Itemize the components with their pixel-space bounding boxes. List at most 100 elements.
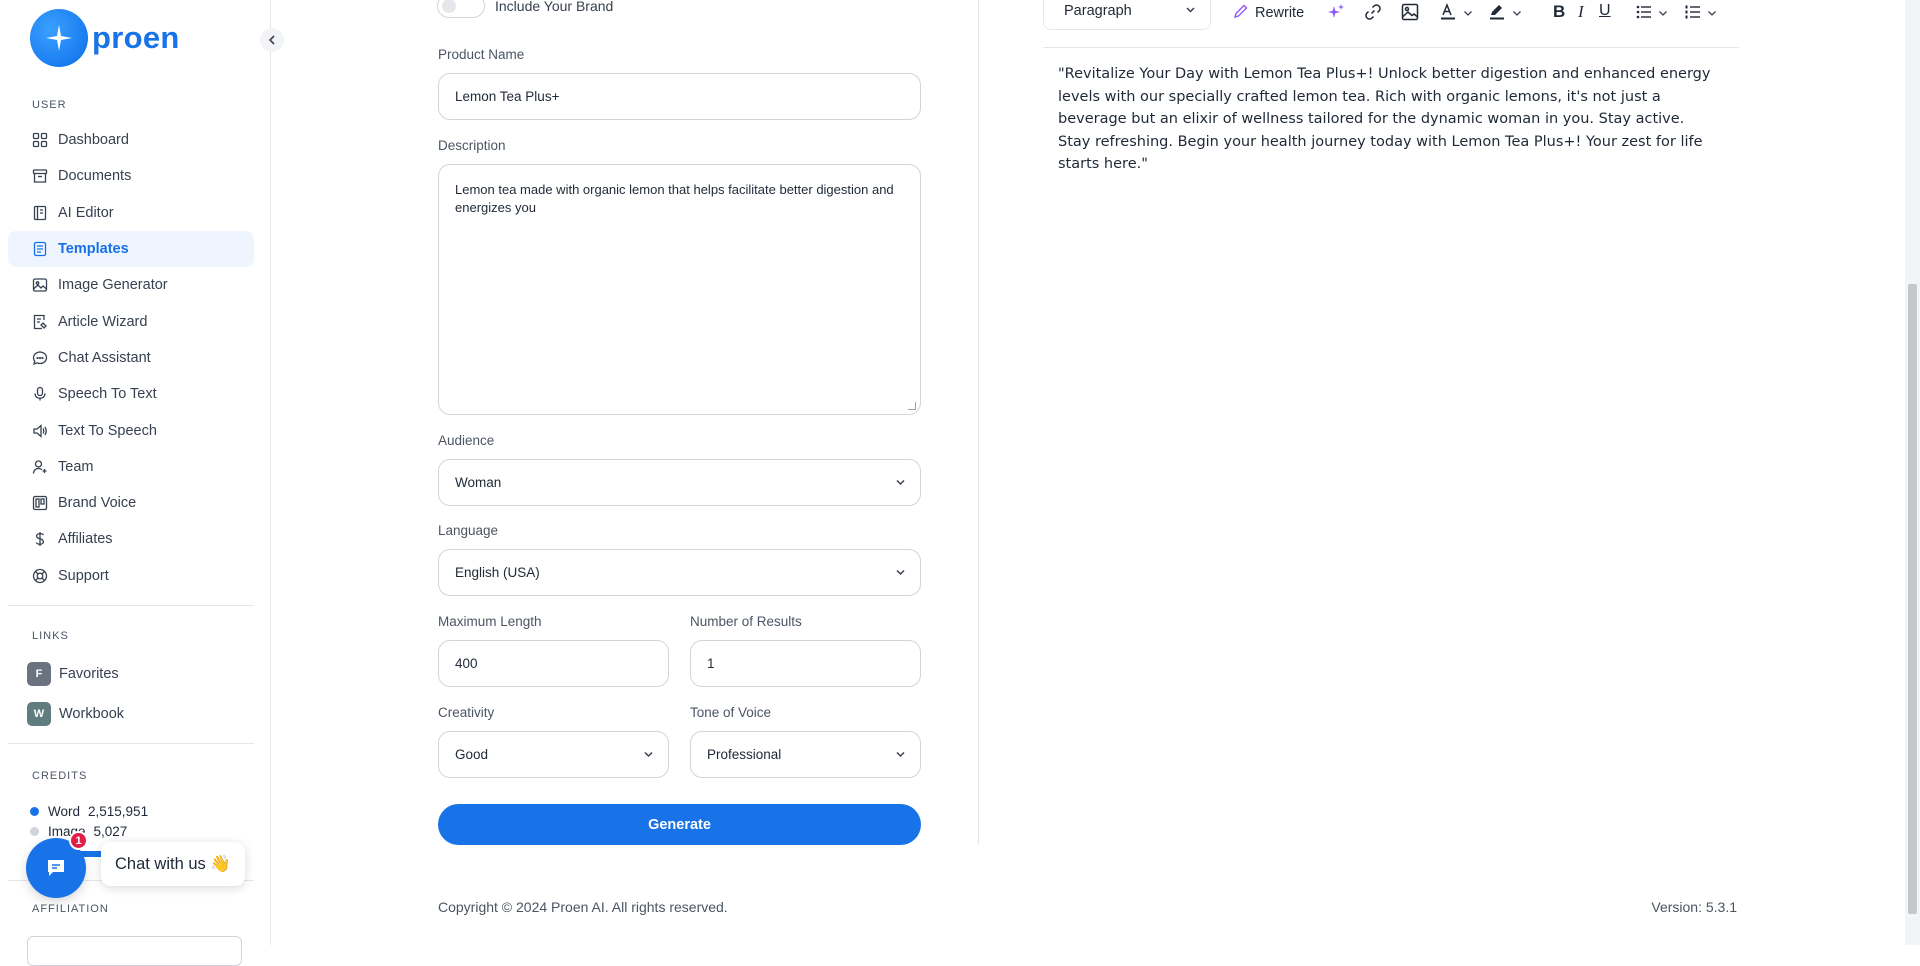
sidebar-item-label: Dashboard [58, 132, 129, 149]
sidebar-item-label: Text To Speech [58, 422, 157, 439]
bullet-list-icon [1635, 3, 1653, 25]
language-select[interactable]: English (USA) [438, 549, 921, 596]
sidebar-item-documents[interactable]: Documents [8, 158, 254, 194]
lifebuoy-icon [31, 567, 49, 585]
microphone-icon [31, 385, 49, 403]
collapse-sidebar-chevron-left-icon[interactable] [260, 28, 284, 52]
paragraph-style-select[interactable]: Paragraph [1043, 0, 1211, 30]
audience-label: Audience [438, 433, 495, 448]
sidebar: proen USER Dashboard Documents AI Editor… [0, 0, 284, 966]
paragraph-style-value: Paragraph [1064, 3, 1132, 19]
sidebar-item-article-wizard[interactable]: Article Wizard [8, 303, 254, 339]
include-brand-row: Include Your Brand [437, 0, 613, 18]
logo[interactable]: proen [30, 9, 180, 67]
chevron-down-icon [895, 747, 906, 762]
numbered-list-button[interactable] [1684, 3, 1717, 25]
chat-with-us-bubble[interactable]: Chat with us 👋 [101, 842, 245, 886]
link-workbook[interactable]: W Workbook [27, 702, 124, 726]
credit-label: Word [48, 804, 81, 819]
description-label: Description [438, 138, 506, 153]
sidebar-item-affiliates[interactable]: Affiliates [8, 521, 254, 557]
include-brand-label: Include Your Brand [495, 0, 614, 14]
rewrite-label: Rewrite [1255, 5, 1305, 21]
chevron-down-icon [1707, 6, 1717, 22]
max-length-label: Maximum Length [438, 614, 542, 629]
copyright-text: Copyright © 2024 Proen AI. All rights re… [438, 899, 728, 915]
page-scrollbar[interactable] [1905, 0, 1920, 945]
sidebar-item-templates[interactable]: Templates [8, 230, 254, 268]
sidebar-item-label: Article Wizard [58, 313, 148, 330]
insert-image-icon[interactable] [1401, 3, 1419, 21]
italic-icon[interactable]: I [1578, 2, 1584, 22]
tone-value: Professional [707, 747, 782, 762]
link-label: Favorites [59, 666, 119, 682]
text-color-icon [1439, 2, 1457, 25]
sidebar-item-brand-voice[interactable]: Brand Voice [8, 485, 254, 521]
language-value: English (USA) [455, 565, 540, 580]
underline-icon[interactable]: U [1599, 2, 1611, 20]
resize-handle-icon[interactable] [908, 402, 916, 410]
creativity-value: Good [455, 747, 489, 762]
sidebar-item-support[interactable]: Support [8, 558, 254, 594]
ai-sparkles-icon[interactable] [1327, 3, 1345, 21]
editor-toolbar: Paragraph Rewrite B I U [1043, 0, 1739, 48]
links-section-label: LINKS [32, 630, 69, 642]
num-results-input[interactable]: 1 [690, 640, 921, 687]
sidebar-item-team[interactable]: Team [8, 449, 254, 485]
link-label: Workbook [59, 706, 125, 722]
max-length-input[interactable]: 400 [438, 640, 669, 687]
sidebar-item-speech-to-text[interactable]: Speech To Text [8, 376, 254, 412]
pencil-icon [1233, 3, 1249, 23]
sidebar-item-chat-assistant[interactable]: Chat Assistant [8, 340, 254, 376]
text-color-button[interactable] [1439, 2, 1473, 25]
sidebar-item-label: Documents [58, 168, 132, 185]
user-section-label: USER [32, 99, 67, 111]
chat-notification-badge: 1 [69, 831, 88, 850]
sidebar-divider [8, 605, 254, 606]
sidebar-item-ai-editor[interactable]: AI Editor [8, 195, 254, 231]
creativity-label: Creativity [438, 705, 495, 720]
highlight-color-button[interactable] [1488, 3, 1522, 25]
audience-value: Woman [455, 475, 502, 490]
chevron-down-icon [1658, 6, 1668, 22]
chevron-down-icon [1463, 6, 1473, 22]
chevron-down-icon [1185, 3, 1196, 19]
bullet-list-button[interactable] [1635, 3, 1668, 25]
audience-select[interactable]: Woman [438, 459, 921, 506]
product-name-input[interactable]: Lemon Tea Plus+ [438, 73, 921, 120]
logo-text: proen [92, 20, 180, 55]
affiliation-box[interactable] [27, 936, 242, 966]
user-plus-icon [31, 458, 49, 476]
sidebar-nav: Dashboard Documents AI Editor Templates … [8, 122, 254, 594]
generate-button[interactable]: Generate [438, 804, 921, 845]
sidebar-item-text-to-speech[interactable]: Text To Speech [8, 412, 254, 448]
sparkle-logo-icon [30, 9, 88, 67]
sidebar-item-label: Chat Assistant [58, 349, 151, 366]
creativity-select[interactable]: Good [438, 731, 669, 778]
chevron-down-icon [1512, 6, 1522, 22]
include-brand-toggle[interactable] [437, 0, 485, 18]
bold-icon[interactable]: B [1553, 2, 1565, 22]
sidebar-item-image-generator[interactable]: Image Generator [8, 267, 254, 303]
scrollbar-thumb[interactable] [1908, 284, 1917, 914]
document-edit-icon [31, 313, 49, 331]
sidebar-item-dashboard[interactable]: Dashboard [8, 122, 254, 158]
dollar-icon [31, 530, 49, 548]
tone-select[interactable]: Professional [690, 731, 921, 778]
language-label: Language [438, 523, 499, 538]
rewrite-button[interactable]: Rewrite [1233, 3, 1304, 23]
credit-dot [30, 807, 39, 816]
sidebar-item-label: Team [58, 458, 94, 475]
link-favorites[interactable]: F Favorites [27, 662, 119, 686]
workbook-badge: W [27, 702, 51, 726]
sidebar-item-label: Image Generator [58, 277, 168, 294]
sidebar-item-label: Templates [58, 241, 129, 258]
link-icon[interactable] [1364, 3, 1382, 21]
sidebar-item-label: Speech To Text [58, 386, 157, 403]
version-text: Version: 5.3.1 [1651, 899, 1737, 915]
description-textarea[interactable]: Lemon tea made with organic lemon that h… [438, 164, 921, 415]
editor-content[interactable]: "Revitalize Your Day with Lemon Tea Plus… [1058, 63, 1718, 176]
credit-word: Word 2,515,951 [30, 804, 148, 819]
grid-icon [31, 131, 49, 149]
chevron-down-icon [895, 475, 906, 490]
